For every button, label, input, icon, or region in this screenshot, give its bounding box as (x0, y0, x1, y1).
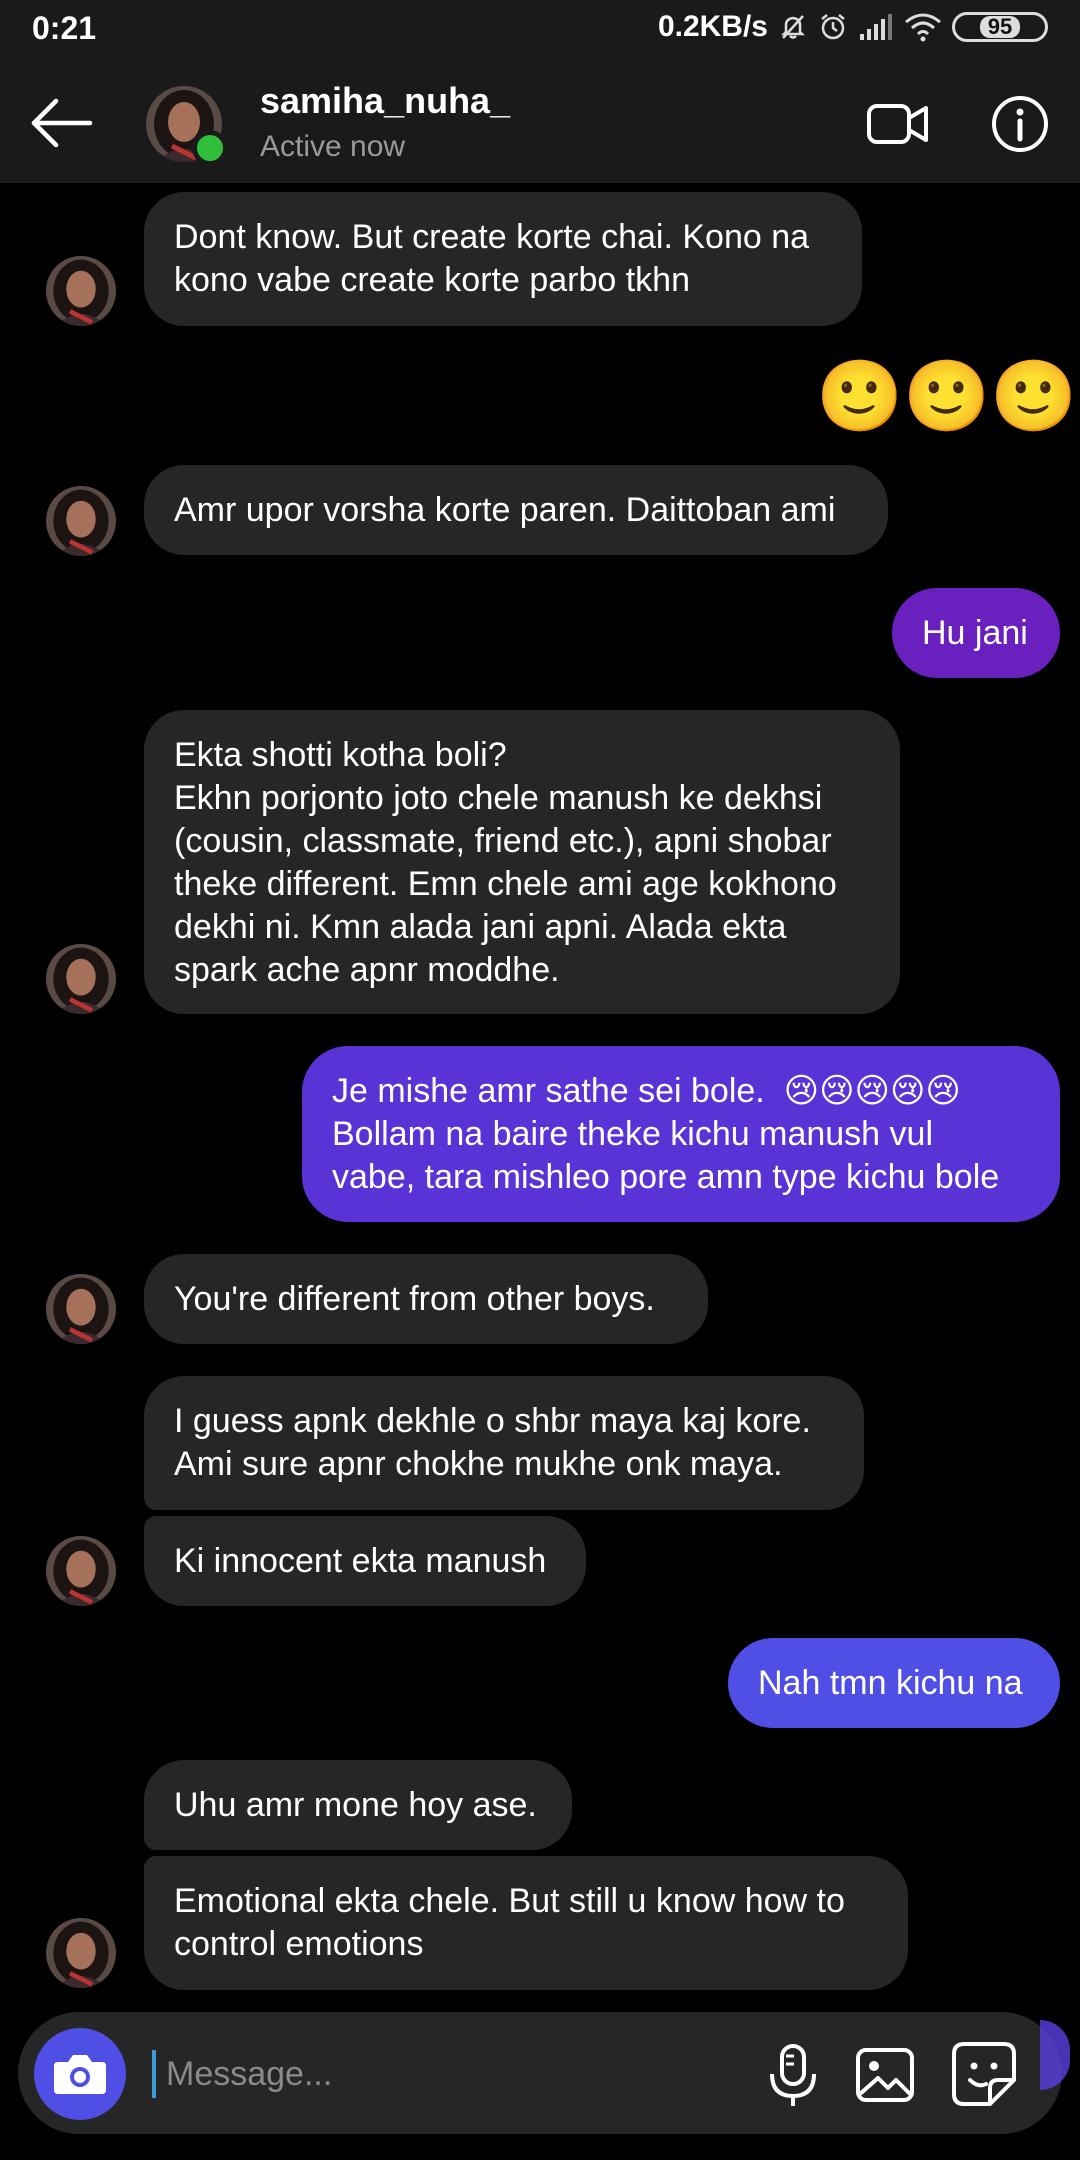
back-arrow-icon[interactable] (28, 90, 94, 156)
incoming-message[interactable]: Uhu amr mone hoy ase. (144, 1760, 572, 1850)
status-time: 0:21 (32, 10, 97, 46)
sender-avatar[interactable] (46, 1536, 116, 1606)
outgoing-message[interactable]: Je mishe amr sathe sei bole. 😢😢😢😢😢 Bolla… (302, 1046, 1060, 1222)
camera-button[interactable] (34, 2028, 126, 2120)
text-cursor (152, 2050, 156, 2098)
incoming-message[interactable]: Dont know. But create korte chai. Kono n… (144, 192, 862, 326)
mute-icon (780, 15, 806, 39)
sender-avatar[interactable] (46, 486, 116, 556)
incoming-message[interactable]: Emotional ekta chele. But still u know h… (144, 1856, 908, 1990)
sender-avatar[interactable] (46, 1918, 116, 1988)
outgoing-emoji-message[interactable]: 🙂🙂🙂 (816, 356, 1077, 436)
incoming-message[interactable]: Ki innocent ekta manush (144, 1516, 586, 1606)
sender-avatar[interactable] (46, 256, 116, 326)
message-composer (18, 2012, 1070, 2134)
microphone-icon[interactable] (762, 2042, 824, 2108)
status-indicators: 0.2KB/s 95 (658, 10, 1048, 44)
alarm-icon (821, 14, 845, 40)
outgoing-message[interactable]: Hu jani (892, 588, 1060, 678)
net-speed: 0.2KB/s (657, 10, 768, 43)
scroll-accent (1040, 2020, 1070, 2090)
message-input[interactable] (164, 2046, 728, 2102)
contact-username[interactable]: samiha_nuha_ (260, 80, 510, 122)
sender-avatar[interactable] (46, 944, 116, 1014)
wifi-icon (905, 13, 941, 42)
battery-icon: 95 (952, 12, 1048, 42)
status-bar: 0:21 0.2KB/s 95 (0, 0, 1080, 60)
info-icon[interactable] (990, 94, 1050, 154)
video-call-icon[interactable] (866, 94, 930, 154)
chat-header: samiha_nuha_ Active now (0, 60, 1080, 183)
sender-avatar[interactable] (46, 1274, 116, 1344)
incoming-message[interactable]: Amr upor vorsha korte paren. Daittoban a… (144, 465, 888, 555)
online-indicator (192, 130, 228, 166)
incoming-message[interactable]: I guess apnk dekhle o shbr maya kaj kore… (144, 1376, 864, 1510)
header-avatar[interactable] (146, 86, 228, 166)
gallery-icon[interactable] (854, 2042, 916, 2108)
contact-status: Active now (260, 130, 406, 163)
camera-icon (54, 2055, 106, 2094)
battery-level: 95 (979, 16, 1021, 38)
incoming-message[interactable]: You're different from other boys. (144, 1254, 708, 1344)
signal-icon (860, 14, 892, 40)
incoming-message[interactable]: Ekta shotti kotha boli? Ekhn porjonto jo… (144, 710, 900, 1014)
sticker-icon[interactable] (950, 2040, 1018, 2108)
outgoing-message[interactable]: Nah tmn kichu na (728, 1638, 1060, 1728)
